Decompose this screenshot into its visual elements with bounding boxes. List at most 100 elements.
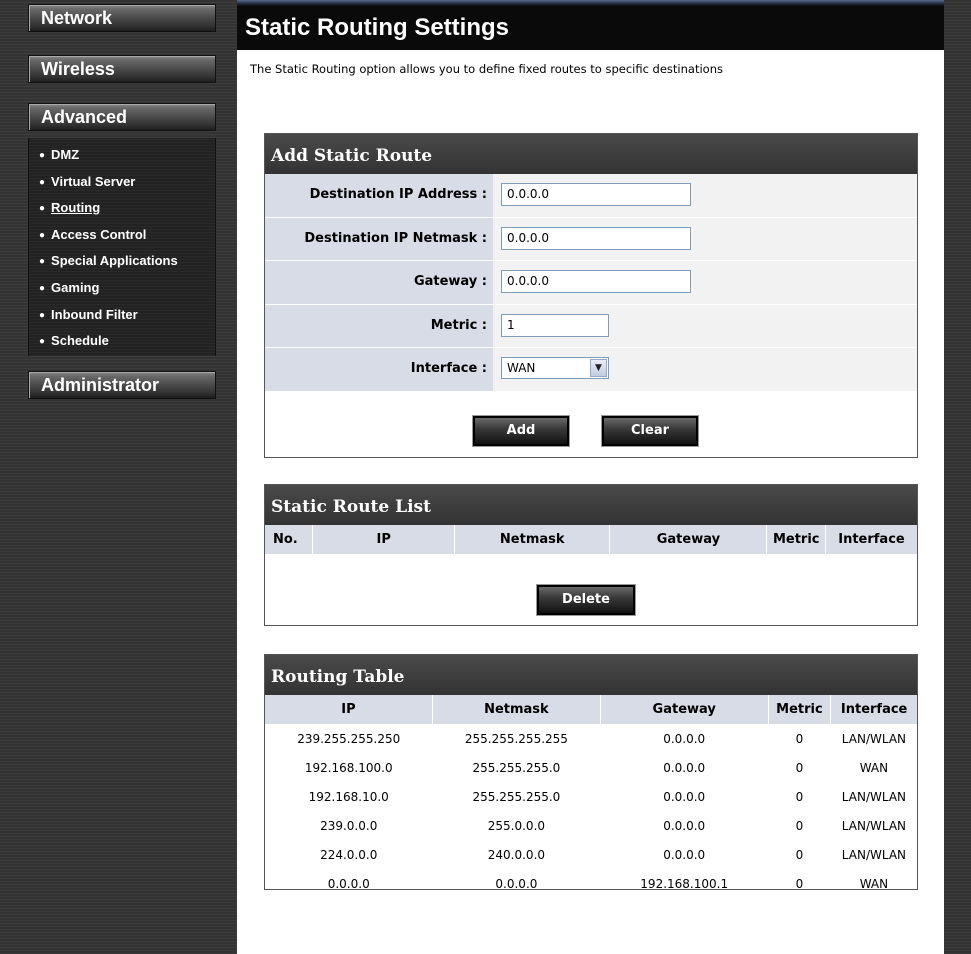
table-cell: 0.0.0.0: [495, 876, 538, 891]
sidebar-item-label: Access Control: [51, 226, 147, 242]
main-content: Static Routing Settings The Static Routi…: [237, 0, 944, 954]
sidebar-item-label: DMZ: [51, 147, 80, 162]
table-row: 239.0.0.0 255.0.0.0 0.0.0.0 0 LAN/WLAN: [265, 811, 917, 840]
chevron-down-icon[interactable]: ▼: [590, 359, 607, 377]
table-row: 192.168.100.0 255.255.255.0 0.0.0.0 0 WAN: [265, 753, 917, 782]
sidebar: Network Wireless Advanced ● DMZ ● Virtual S…: [0, 0, 222, 954]
sidebar-item-schedule[interactable]: ● Schedule: [39, 332, 215, 359]
routing-table: IP Netmask Gateway Metric Interface 239.255.…: [265, 695, 917, 898]
table-cell: 0.0.0.0: [663, 847, 706, 862]
bullet-icon: ●: [39, 176, 46, 188]
sidebar-item-label: Routing: [51, 200, 101, 216]
table-cell: 192.168.10.0: [308, 789, 389, 804]
title-bar: Static Routing Settings: [237, 0, 944, 50]
sidebar-item-inbound-filter[interactable]: ● Inbound Filter: [39, 306, 215, 333]
page-title: Static Routing Settings: [245, 14, 509, 41]
table-cell: LAN/WLAN: [841, 731, 906, 746]
menu-advanced[interactable]: Advanced: [28, 103, 216, 131]
static-route-list-table: No. IP Netmask Gateway Metric Interface: [265, 525, 917, 554]
bullet-icon: ●: [39, 229, 46, 241]
add-button[interactable]: Add: [472, 415, 570, 447]
bullet-icon: ●: [39, 203, 46, 215]
advanced-submenu: ● DMZ ● Virtual Server ● Routing ● Access Contr…: [28, 138, 216, 356]
table-cell: 239.0.0.0: [320, 818, 378, 833]
menu-administrator[interactable]: Administrator: [28, 371, 216, 399]
clear-button[interactable]: Clear: [601, 415, 699, 447]
column-header: Interface: [825, 525, 917, 554]
table-row: 192.168.10.0 255.255.255.0 0.0.0.0 0 LAN/WLA…: [265, 782, 917, 811]
column-header: Metric: [768, 695, 832, 724]
table-cell: 0.0.0.0: [663, 789, 706, 804]
column-header: Gateway: [600, 695, 769, 724]
metric-label: Metric :: [265, 304, 493, 347]
metric-input[interactable]: 1: [501, 313, 609, 337]
table-row: 224.0.0.0 240.0.0.0 0.0.0.0 0 LAN/WLAN: [265, 840, 917, 869]
table-cell: LAN/WLAN: [841, 789, 906, 804]
bullet-icon: ●: [39, 309, 46, 321]
table-cell: 0: [795, 760, 804, 775]
column-header: Netmask: [432, 695, 601, 724]
table-cell: 239.255.255.250: [297, 731, 401, 746]
dest-ip-label: Destination IP Address :: [265, 174, 493, 217]
table-cell: 255.255.255.0: [472, 760, 561, 775]
gateway-row: Gateway : 0.0.0.0: [265, 261, 917, 305]
table-cell: 255.0.0.0: [487, 818, 546, 833]
bullet-icon: ●: [39, 150, 46, 161]
sidebar-item-label: Special Applications: [51, 253, 178, 269]
table-cell: 0: [795, 731, 804, 746]
gateway-label: Gateway :: [265, 261, 493, 304]
table-cell: WAN: [859, 760, 889, 775]
table-cell: 192.168.100.0: [304, 760, 393, 775]
table-cell: WAN: [859, 876, 889, 891]
routing-table-panel: Routing Table IP Netmask Gateway Metric Inte…: [264, 654, 918, 891]
sidebar-item-access-control[interactable]: ● Access Control: [39, 226, 215, 253]
table-cell: 0: [795, 876, 804, 891]
interface-selected-value: WAN: [507, 361, 536, 375]
gateway-input[interactable]: 0.0.0.0: [501, 270, 691, 293]
interface-row: Interface : WAN ▼: [265, 348, 917, 392]
bullet-icon: ●: [39, 336, 46, 348]
sidebar-item-dmz[interactable]: ● DMZ: [39, 146, 215, 173]
sidebar-item-label: Gaming: [51, 279, 100, 295]
interface-select[interactable]: WAN ▼: [501, 357, 609, 379]
table-cell: 255.255.255.255: [464, 731, 568, 746]
static-route-list-panel: Static Route List No. IP Netmask Gateway Met…: [264, 484, 918, 626]
column-header: IP: [312, 525, 456, 554]
metric-row: Metric : 1: [265, 304, 917, 348]
routing-table-heading: Routing Table: [265, 655, 917, 695]
interface-label: Interface :: [265, 348, 493, 391]
dest-ip-row: Destination IP Address : 0.0.0.0: [265, 174, 917, 218]
table-cell: LAN/WLAN: [841, 847, 906, 862]
delete-button[interactable]: Delete: [536, 584, 636, 616]
table-row: 239.255.255.250 255.255.255.255 0.0.0.0 0 LA…: [265, 724, 917, 753]
sidebar-item-label: Virtual Server: [51, 173, 136, 189]
netmask-input[interactable]: 0.0.0.0: [501, 226, 691, 250]
column-header: Metric: [766, 525, 826, 554]
table-cell: 0: [795, 789, 804, 804]
page-description: The Static Routing option allows you to …: [250, 62, 723, 76]
sidebar-item-special-applications[interactable]: ● Special Applications: [39, 252, 215, 279]
netmask-label: Destination IP Netmask :: [265, 217, 493, 260]
table-row: 0.0.0.0 0.0.0.0 192.168.100.1 0 WAN: [265, 869, 917, 898]
table-cell: 224.0.0.0: [320, 847, 378, 862]
table-cell: LAN/WLAN: [841, 818, 906, 833]
bullet-icon: ●: [39, 256, 46, 268]
sidebar-item-gaming[interactable]: ● Gaming: [39, 279, 215, 306]
column-header: Netmask: [454, 525, 611, 554]
table-cell: 0: [795, 847, 804, 862]
menu-wireless[interactable]: Wireless: [28, 55, 216, 83]
table-cell: 0.0.0.0: [663, 760, 706, 775]
column-header: IP: [265, 695, 433, 724]
column-header: Interface: [830, 695, 917, 724]
sidebar-item-routing[interactable]: ● Routing: [39, 199, 215, 226]
table-cell: 0.0.0.0: [663, 818, 706, 833]
table-cell: 0.0.0.0: [327, 876, 370, 891]
table-cell: 240.0.0.0: [487, 847, 546, 862]
table-cell: 192.168.100.1: [640, 876, 729, 891]
column-header: No.: [265, 525, 314, 554]
dest-ip-input[interactable]: 0.0.0.0: [501, 183, 691, 206]
sidebar-item-virtual-server[interactable]: ● Virtual Server: [39, 173, 215, 200]
menu-network[interactable]: Network: [28, 4, 216, 32]
add-static-route-panel: Add Static Route Destination IP Address …: [264, 133, 918, 458]
static-route-list-heading: Static Route List: [265, 485, 917, 525]
